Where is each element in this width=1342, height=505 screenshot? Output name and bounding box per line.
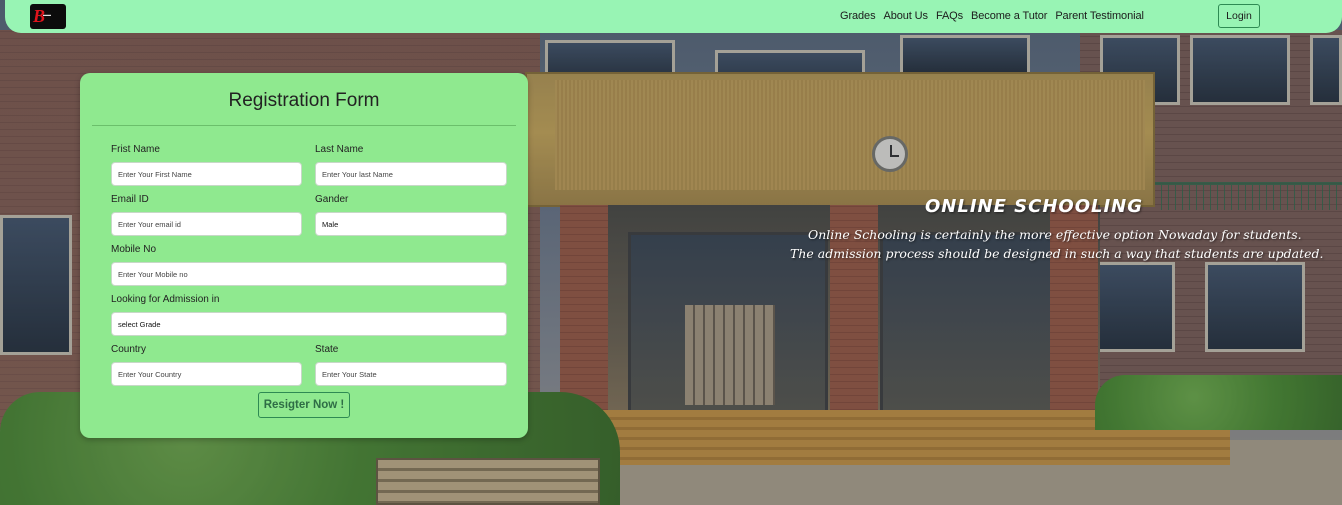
register-now-button[interactable]: Resigter Now ! — [258, 392, 350, 418]
email-input[interactable]: Enter Your email id — [111, 212, 302, 236]
nav-link-become-a-tutor[interactable]: Become a Tutor — [971, 10, 1047, 22]
hero-description-line-1: Online Schooling is certainly the more e… — [808, 227, 1302, 242]
nav-links: Grades About Us FAQs Become a Tutor Pare… — [840, 10, 1144, 22]
hero-description-line-2: The admission process should be designed… — [790, 246, 1324, 261]
country-label: Country — [111, 344, 147, 355]
nav-link-about-us[interactable]: About Us — [883, 10, 928, 22]
state-input[interactable]: Enter Your State — [315, 362, 507, 386]
email-label: Email ID — [111, 194, 149, 205]
top-navbar: B ▬▬ Grades About Us FAQs Become a Tutor… — [5, 0, 1342, 33]
nav-link-parent-testimonial[interactable]: Parent Testimonial — [1055, 10, 1144, 22]
school-logo-icon[interactable]: B ▬▬ — [30, 4, 66, 29]
admission-label: Looking for Admission in — [111, 294, 220, 305]
registration-form: Registration Form Frist Name Last Name E… — [80, 73, 528, 438]
country-input[interactable]: Enter Your Country — [111, 362, 302, 386]
grade-select[interactable]: select Grade — [111, 312, 507, 336]
last-name-input[interactable]: Enter Your last Name — [315, 162, 507, 186]
mobile-label: Mobile No — [111, 244, 157, 255]
gender-label: Gander — [315, 194, 349, 205]
form-divider — [92, 125, 516, 126]
nav-link-grades[interactable]: Grades — [840, 10, 876, 22]
gender-select[interactable]: Male — [315, 212, 507, 236]
last-name-label: Last Name — [315, 144, 364, 155]
nav-link-faqs[interactable]: FAQs — [936, 10, 963, 22]
form-title: Registration Form — [228, 90, 380, 111]
hero-title: ONLINE SCHOOLING — [925, 196, 1144, 217]
mobile-input[interactable]: Enter Your Mobile no — [111, 262, 507, 286]
first-name-input[interactable]: Enter Your First Name — [111, 162, 302, 186]
state-label: State — [315, 344, 339, 355]
login-button[interactable]: Login — [1218, 4, 1260, 28]
first-name-label: Frist Name — [111, 144, 160, 155]
